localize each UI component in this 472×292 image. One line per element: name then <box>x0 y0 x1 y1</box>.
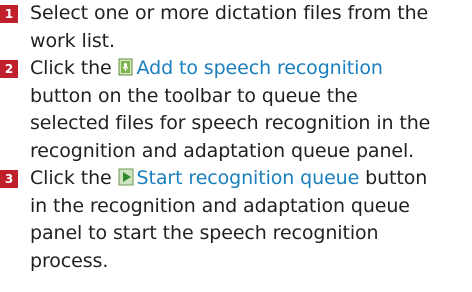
step-text-line: process. <box>30 249 109 272</box>
step-number-badge: 2 <box>0 60 18 78</box>
step-3: 3 Click the Start recognition queue butt… <box>0 165 472 275</box>
add-to-speech-recognition-button-label: Add to speech recognition <box>136 57 383 79</box>
step-text-line: Click the Add to speech recognition <box>30 55 472 83</box>
step-text-prefix: Click the <box>30 167 118 189</box>
step-1: 1 Select one or more dictation files fro… <box>0 0 472 55</box>
step-2: 2 Click the Add to speech recognition bu… <box>0 55 472 165</box>
step-text-line: work list. <box>30 29 115 52</box>
step-text-line: button on the toolbar to queue the <box>30 84 358 107</box>
step-text-line: in the recognition and adaptation queue <box>30 194 410 217</box>
step-text-line: Select one or more dictation files from … <box>30 2 429 24</box>
step-text-line: Click the Start recognition queue button <box>30 165 472 193</box>
start-recognition-queue-button-label: Start recognition queue <box>136 167 360 189</box>
step-text-line: recognition and adaptation queue panel. <box>30 139 415 162</box>
start-recognition-queue-icon <box>118 167 134 186</box>
step-text-prefix: Click the <box>30 57 118 79</box>
step-number-badge: 3 <box>0 170 18 188</box>
step-text-line: panel to start the speech recognition <box>30 222 379 244</box>
step-text-suffix: button <box>359 167 428 189</box>
step-number-badge: 1 <box>0 5 18 23</box>
step-text-line: selected files for speech recognition in… <box>30 112 431 134</box>
add-to-speech-recognition-icon <box>118 57 134 76</box>
instruction-steps: 1 Select one or more dictation files fro… <box>0 0 472 275</box>
